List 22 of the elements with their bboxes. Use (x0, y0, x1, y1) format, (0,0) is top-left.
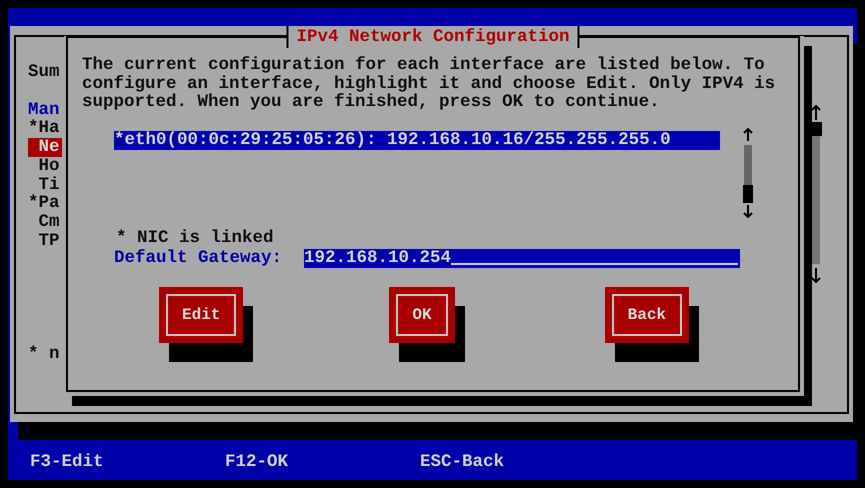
dialog-title: IPv4 Network Configuration (286, 26, 580, 48)
sidebar-heading: Sum (28, 63, 61, 82)
sidebar-item[interactable]: *Pa (28, 194, 62, 213)
dialog-button[interactable]: Back (604, 286, 690, 343)
sidebar-item[interactable]: Ne (28, 138, 62, 157)
shortcut-hint: F12-OK (225, 452, 290, 472)
sidebar-item[interactable]: Ho (28, 156, 62, 176)
shortcut-hint: F3-Edit (30, 452, 105, 472)
link-status-text: * NIC is linked (116, 229, 275, 248)
sidebar-item[interactable]: *Ha (28, 119, 62, 138)
gateway-label: Default Gateway: (114, 248, 284, 268)
interface-list-item[interactable]: *eth0(00:0c:29:25:05:26): 192.168.10.16/255.255.255.0 (114, 131, 720, 150)
sidebar-section: Man (28, 100, 62, 120)
sidebar-item[interactable]: Cm (28, 212, 62, 232)
gateway-field[interactable]: 192.168.10.254 (304, 248, 740, 268)
dialog-button[interactable]: OK (389, 286, 455, 343)
instructions-text: The current configuration for each interface are listed below. To configure an interface, highlight it and choose Edit. Only IPV4 is supported. When you are finished, press OK to continue. (82, 56, 776, 112)
shortcut-hint: ESC-Back (420, 452, 506, 472)
sidebar-item[interactable]: TP (28, 232, 62, 250)
sidebar-item[interactable]: Ti (28, 176, 62, 194)
dialog-button[interactable]: Edit (159, 286, 244, 343)
sidebar-footnote: * n (28, 345, 61, 364)
